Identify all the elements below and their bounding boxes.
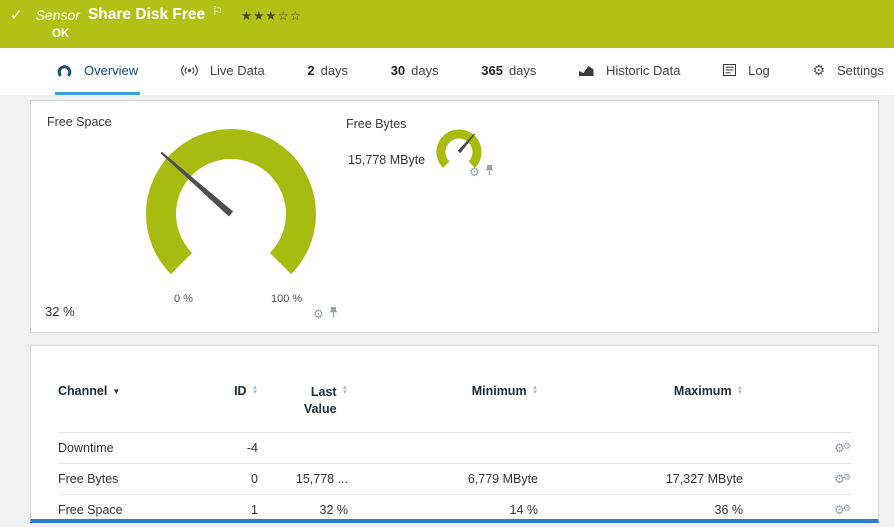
tab-label: Historic Data bbox=[606, 63, 680, 78]
channels-table-panel: Channel ▼ ID ▲▼ Last Value ▲▼ Minimum ▲▼… bbox=[30, 345, 879, 523]
sensor-header: ✓ Sensor Share Disk Free ⚐ ★★★☆☆ OK bbox=[0, 0, 894, 48]
chart-icon bbox=[579, 64, 594, 76]
object-kind-label: Sensor bbox=[36, 7, 80, 23]
cell-minimum: 6,779 MByte bbox=[348, 472, 538, 486]
channel-settings-icon[interactable]: ⚙⚙ bbox=[743, 472, 851, 486]
free-space-gauge-title: Free Space bbox=[47, 115, 112, 129]
sorted-indicator-icon: ▼ bbox=[112, 387, 120, 396]
table-row[interactable]: Free Bytes 0 15,778 ... 6,779 MByte 17,3… bbox=[58, 463, 851, 494]
channel-settings-icon[interactable]: ⚙⚙ bbox=[743, 503, 851, 517]
status-badge: OK bbox=[52, 28, 894, 40]
gauge-settings-gear-icon[interactable]: ⚙ bbox=[469, 165, 480, 179]
stars-filled[interactable]: ★★★ bbox=[241, 9, 278, 23]
pin-icon[interactable] bbox=[329, 305, 338, 323]
cell-id: 0 bbox=[208, 472, 258, 486]
cell-channel[interactable]: Free Bytes bbox=[58, 472, 208, 486]
priority-rating[interactable]: ★★★☆☆ bbox=[241, 8, 302, 23]
column-header-minimum[interactable]: Minimum ▲▼ bbox=[348, 384, 538, 398]
free-bytes-gauge-controls: ⚙ bbox=[469, 163, 494, 181]
tab-365-days[interactable]: 365days bbox=[479, 48, 538, 95]
cell-id: 1 bbox=[208, 503, 258, 517]
tab-label: Log bbox=[748, 63, 770, 78]
tab-label: days bbox=[321, 63, 348, 78]
tab-historic-data[interactable]: Historic Data bbox=[577, 48, 682, 95]
cell-channel[interactable]: Downtime bbox=[58, 441, 208, 455]
tab-label: days bbox=[411, 63, 438, 78]
cell-id: -4 bbox=[208, 441, 258, 455]
column-header-id[interactable]: ID ▲▼ bbox=[208, 384, 258, 398]
tab-label: Settings bbox=[837, 63, 884, 78]
channels-table: Channel ▼ ID ▲▼ Last Value ▲▼ Minimum ▲▼… bbox=[58, 384, 851, 525]
tab-2-days[interactable]: 2days bbox=[305, 48, 350, 95]
gauges-panel: Free Space 0 % 100 % 32 % ⚙ Free Bytes 1… bbox=[30, 100, 879, 333]
gauge-settings-gear-icon[interactable]: ⚙ bbox=[313, 307, 324, 321]
free-bytes-gauge-title: Free Bytes bbox=[346, 117, 406, 131]
free-space-gauge[interactable] bbox=[131, 119, 331, 309]
cell-last-value: 32 % bbox=[258, 503, 348, 517]
log-list-icon bbox=[723, 64, 736, 76]
tab-bar: Overview Live Data 2days 30days 365days … bbox=[0, 48, 894, 95]
pin-icon[interactable] bbox=[485, 163, 494, 181]
cell-maximum: 36 % bbox=[538, 503, 743, 517]
overview-gauge-icon bbox=[57, 64, 72, 77]
free-space-scale-max: 100 % bbox=[271, 293, 302, 305]
tab-overview[interactable]: Overview bbox=[55, 48, 140, 95]
gear-icon: ⚙ bbox=[812, 63, 825, 77]
tab-label: days bbox=[509, 63, 536, 78]
tab-settings[interactable]: ⚙ Settings bbox=[810, 48, 886, 95]
sort-icon: ▲▼ bbox=[737, 385, 743, 395]
table-row[interactable]: Downtime -4 ⚙⚙ bbox=[58, 432, 851, 463]
cell-maximum: 17,327 MByte bbox=[538, 472, 743, 486]
priority-flag-icon[interactable]: ⚐ bbox=[212, 4, 223, 18]
table-row[interactable]: Free Space 1 32 % 14 % 36 % ⚙⚙ bbox=[58, 494, 851, 525]
broadcast-icon bbox=[181, 64, 198, 77]
table-header-row: Channel ▼ ID ▲▼ Last Value ▲▼ Minimum ▲▼… bbox=[58, 384, 851, 432]
channel-settings-icon[interactable]: ⚙⚙ bbox=[743, 441, 851, 455]
tab-log[interactable]: Log bbox=[721, 48, 772, 95]
tab-label: Live Data bbox=[210, 63, 265, 78]
column-header-last-value[interactable]: Last Value ▲▼ bbox=[258, 384, 348, 418]
tab-live-data[interactable]: Live Data bbox=[179, 48, 267, 95]
stars-empty[interactable]: ☆☆ bbox=[278, 9, 302, 23]
free-space-scale-min: 0 % bbox=[174, 293, 193, 305]
cell-minimum: 14 % bbox=[348, 503, 538, 517]
page-title: Share Disk Free bbox=[88, 6, 205, 24]
column-header-channel[interactable]: Channel ▼ bbox=[58, 384, 208, 398]
cell-last-value: 15,778 ... bbox=[258, 472, 348, 486]
free-bytes-value: 15,778 MByte bbox=[348, 153, 425, 167]
free-space-value: 32 % bbox=[45, 304, 75, 319]
column-header-maximum[interactable]: Maximum ▲▼ bbox=[538, 384, 743, 398]
free-space-gauge-controls: ⚙ bbox=[313, 305, 338, 323]
cell-channel[interactable]: Free Space bbox=[58, 503, 208, 517]
tab-30-days[interactable]: 30days bbox=[389, 48, 441, 95]
status-check-icon: ✓ bbox=[10, 6, 23, 24]
tab-label: Overview bbox=[84, 63, 138, 78]
